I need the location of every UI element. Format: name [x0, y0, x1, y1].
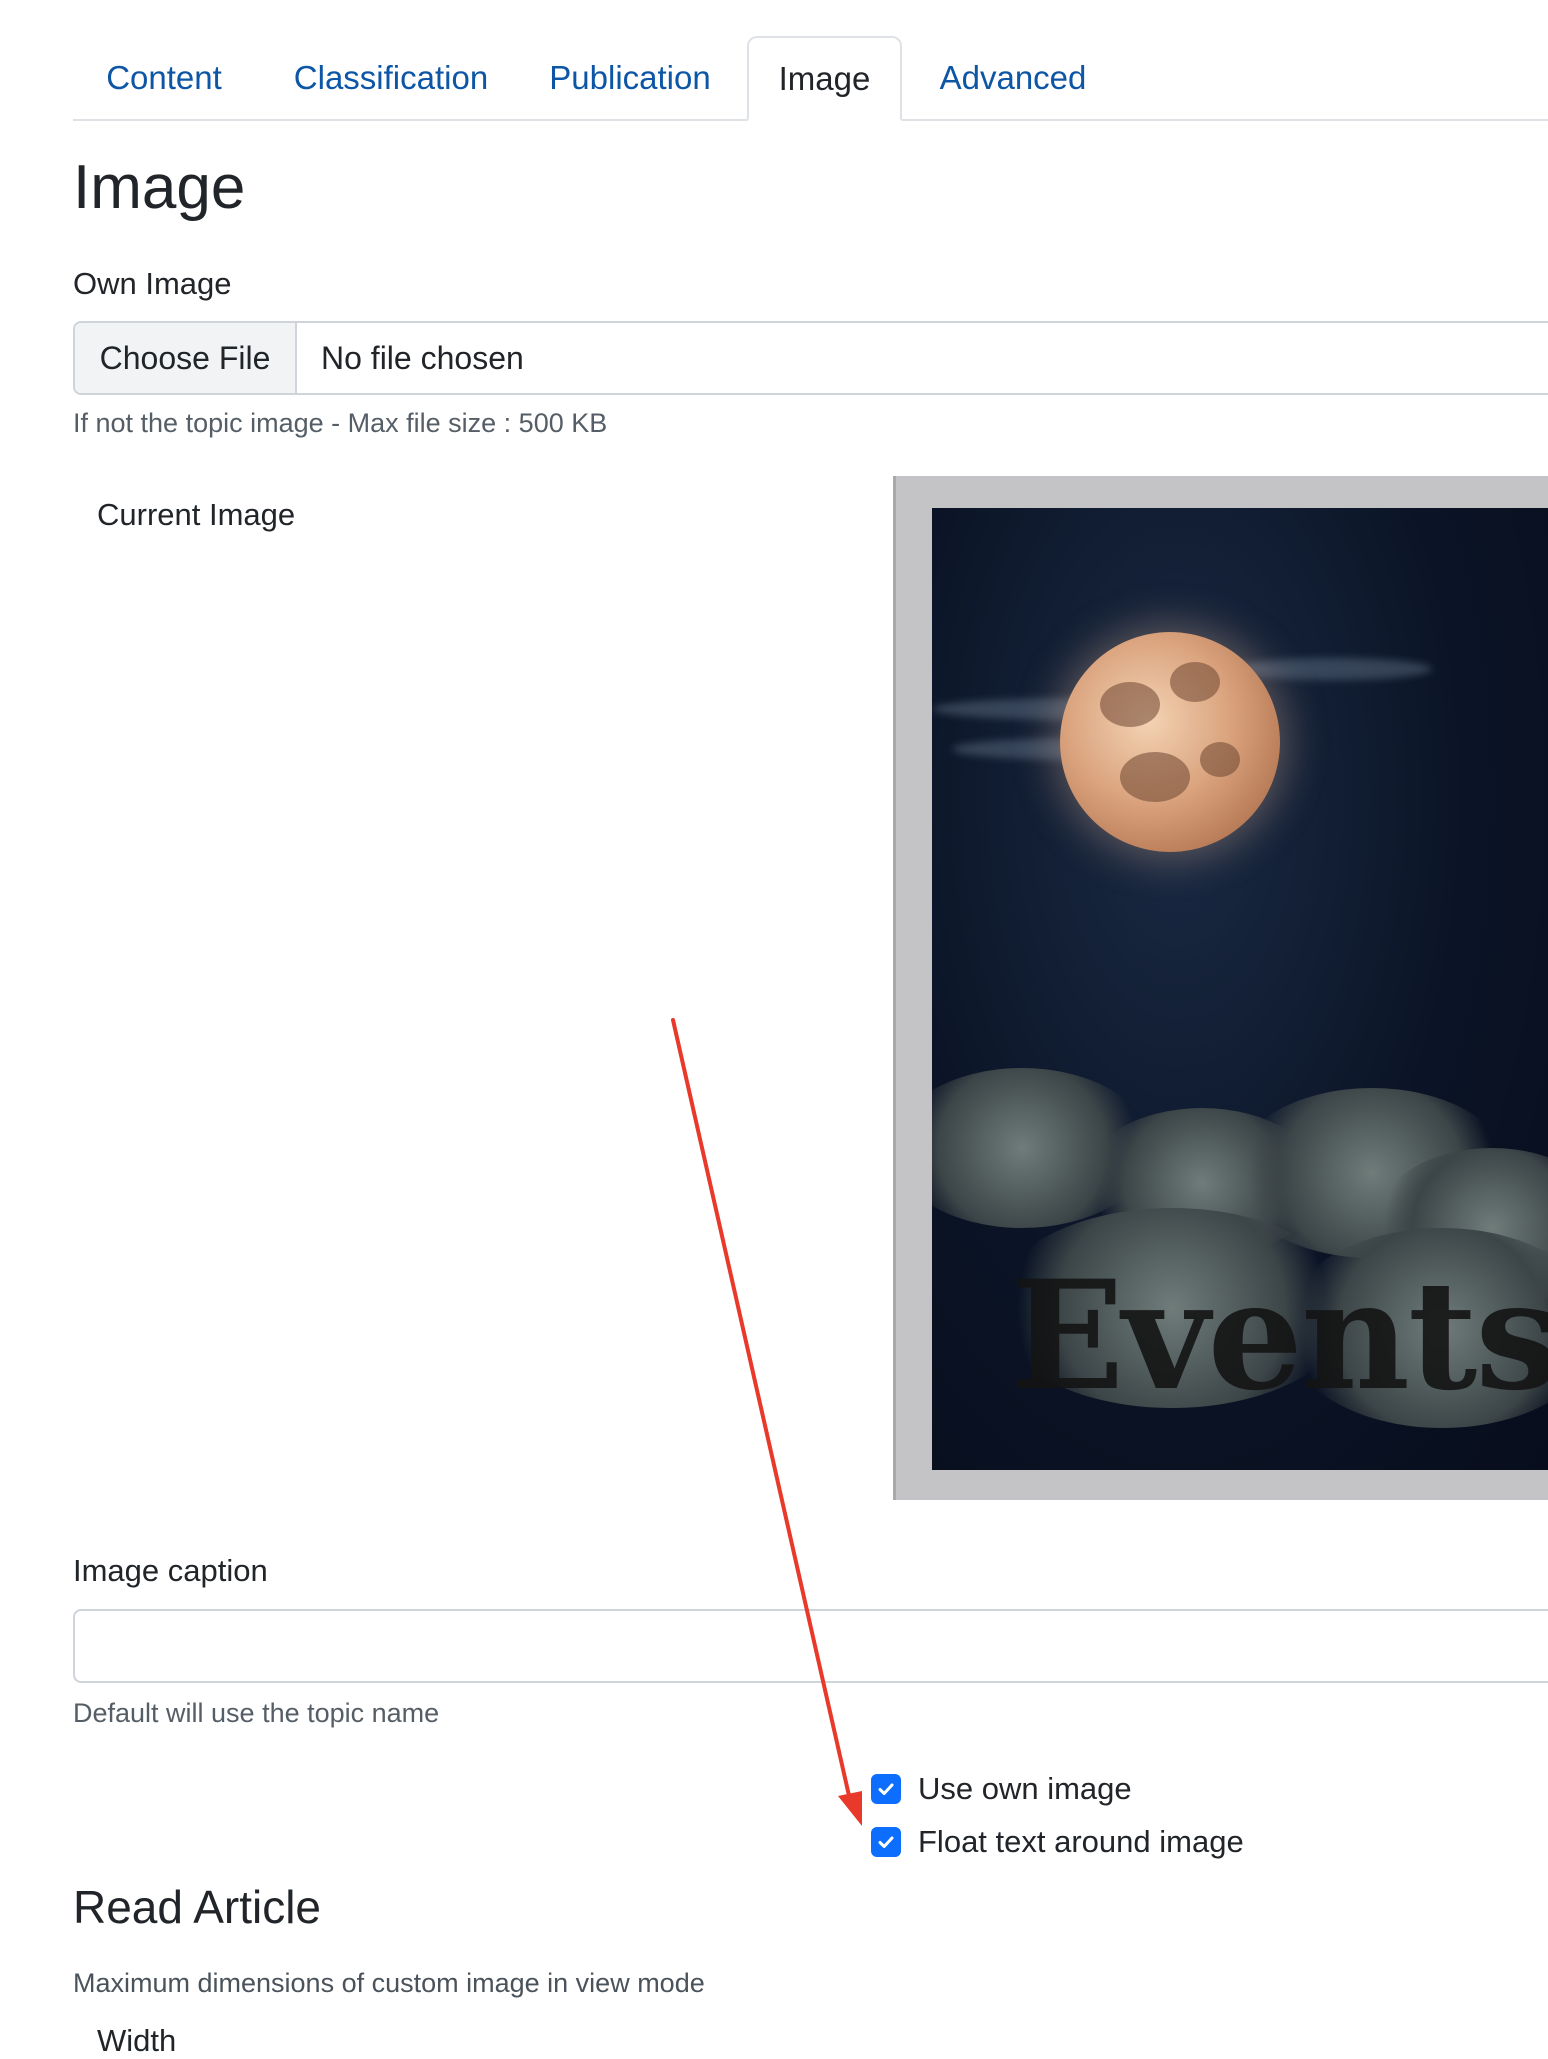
tab-image[interactable]: Image	[747, 36, 902, 121]
checkmark-icon	[878, 1783, 894, 1795]
moon-graphic	[1060, 632, 1280, 852]
float-text-label[interactable]: Float text around image	[918, 1824, 1244, 1860]
tab-classification[interactable]: Classification	[271, 36, 511, 119]
image-caption-help: Default will use the topic name	[73, 1698, 440, 1728]
tab-publication[interactable]: Publication	[535, 36, 725, 119]
tab-bar: Content Classification Publication Image…	[73, 0, 1548, 121]
use-own-image-checkbox[interactable]	[871, 1774, 901, 1804]
image-caption-label: Image caption	[73, 1553, 268, 1588]
checkmark-icon	[878, 1836, 894, 1848]
use-own-image-label[interactable]: Use own image	[918, 1771, 1132, 1807]
own-image-label: Own Image	[73, 266, 232, 301]
choose-file-button[interactable]: Choose File	[75, 323, 297, 393]
image-events-text: Events	[1010, 1248, 1548, 1424]
tab-content[interactable]: Content	[89, 36, 239, 119]
image-caption-input[interactable]	[73, 1609, 1548, 1683]
read-article-title: Read Article	[73, 1881, 322, 1933]
page-title: Image	[73, 153, 246, 222]
file-status-text: No file chosen	[321, 339, 524, 376]
own-image-help: If not the topic image - Max file size :…	[73, 408, 608, 438]
current-image: Events	[932, 508, 1548, 1470]
read-article-help: Maximum dimensions of custom image in vi…	[73, 1968, 705, 1998]
tab-advanced[interactable]: Advanced	[923, 36, 1103, 119]
own-image-file-input[interactable]: Choose File No file chosen	[73, 321, 1548, 395]
float-text-checkbox[interactable]	[871, 1827, 901, 1857]
current-image-label: Current Image	[97, 497, 296, 532]
width-label: Width	[97, 2023, 177, 2058]
